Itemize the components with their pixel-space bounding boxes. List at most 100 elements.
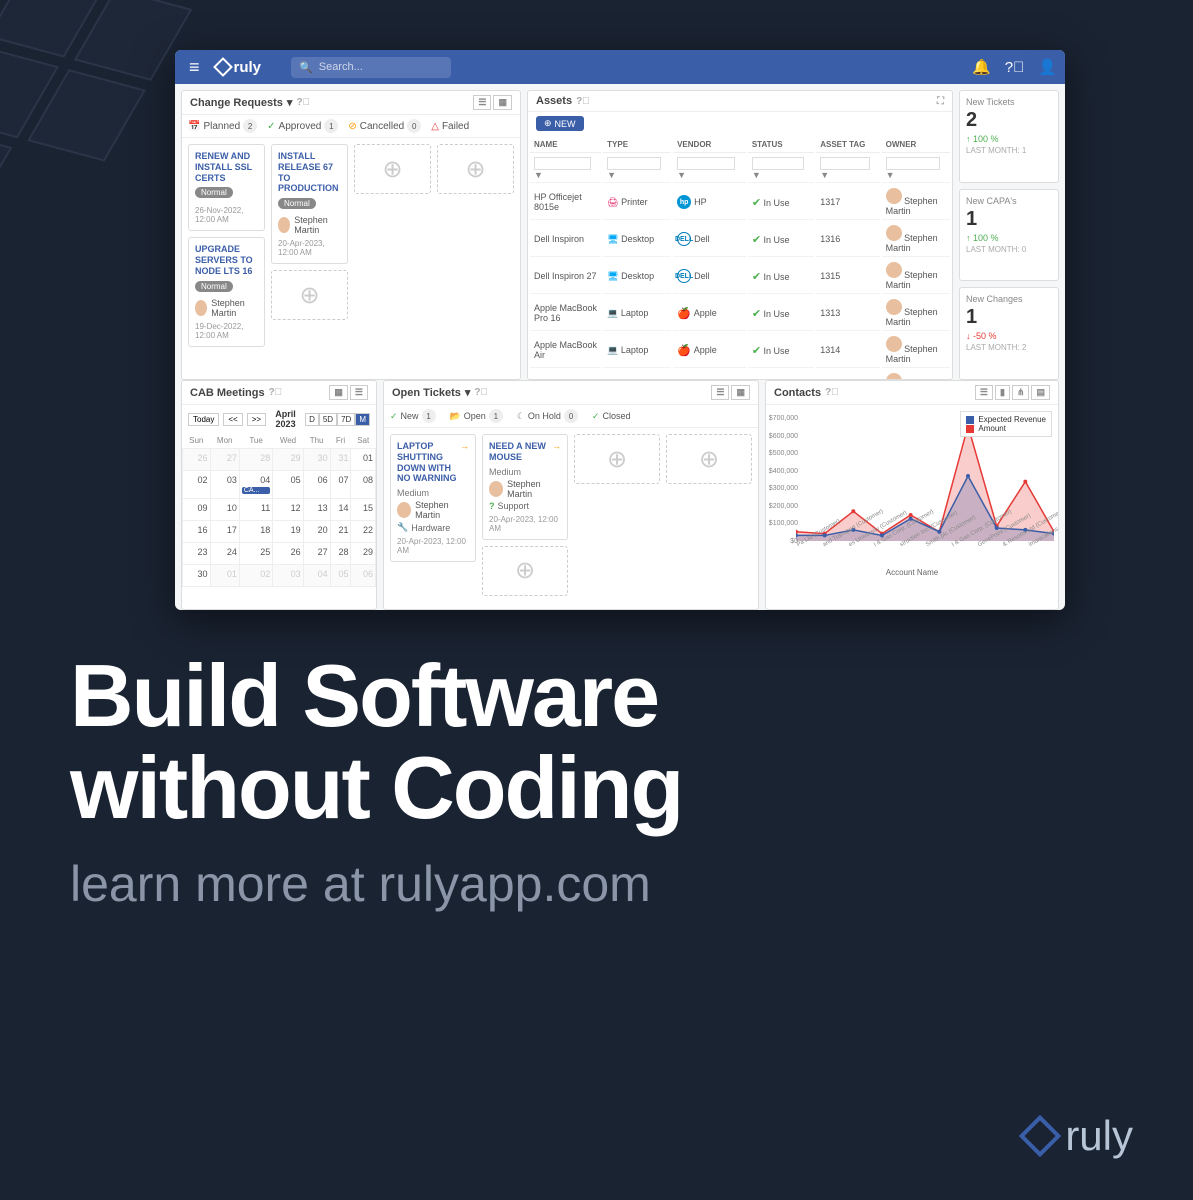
calendar-day[interactable]: 14 (330, 499, 351, 521)
view-list-icon[interactable]: ☰ (350, 385, 368, 400)
calendar-day[interactable]: 28 (239, 449, 272, 471)
menu-icon[interactable]: ≡ (183, 57, 206, 78)
calendar-day[interactable]: 13 (303, 499, 330, 521)
ticket-card[interactable]: NEED A NEW MOUSE→ Medium Stephen Martin … (482, 434, 568, 540)
column-header[interactable]: ASSET TAG (816, 137, 879, 153)
calendar-day[interactable]: 08 (351, 471, 376, 499)
calendar-day[interactable]: 30 (303, 449, 330, 471)
calendar-day[interactable]: 06 (351, 565, 376, 587)
view-list-icon[interactable]: ☰ (975, 385, 993, 400)
view-calendar-icon[interactable]: ▦ (329, 385, 348, 400)
calendar-day[interactable]: 28 (330, 543, 351, 565)
calendar-day[interactable]: 06 (303, 471, 330, 499)
user-avatar-icon[interactable]: 👤 (1038, 58, 1057, 76)
ticket-tab[interactable]: 📂 Open 1 (450, 409, 503, 423)
calendar-day[interactable]: 02 (239, 565, 272, 587)
prev-month-button[interactable]: << (223, 413, 242, 426)
cr-tab[interactable]: 📅 Planned 2 (188, 119, 257, 133)
view-list-icon[interactable]: ☰ (473, 95, 491, 110)
cr-tab[interactable]: △ Failed (431, 121, 469, 132)
help-icon[interactable]: ?⃝ (474, 387, 488, 398)
column-filter-input[interactable] (820, 157, 870, 170)
filter-icon[interactable]: ▼ (534, 170, 543, 180)
stat-card[interactable]: New Changes 1 ↓ -50 % LAST MONTH: 2 (959, 287, 1059, 380)
asset-row[interactable]: Dell Inspiron 🖥 Desktop DELL Dell ✔ In U… (530, 222, 950, 257)
calendar-day[interactable]: 19 (273, 521, 303, 543)
asset-row[interactable]: Apple MacBook Pro 16 💻 Laptop 🍎 Apple ✔ … (530, 296, 950, 331)
search-input[interactable] (319, 61, 443, 73)
new-asset-button[interactable]: ⊕ NEW (536, 116, 584, 131)
calendar-day[interactable]: 07 (330, 471, 351, 499)
help-icon[interactable]: ?⃝ (269, 387, 283, 398)
change-request-card[interactable]: RENEW AND INSTALL SSL CERTS Normal 26-No… (188, 144, 265, 231)
chevron-down-icon[interactable]: ▾ (465, 386, 471, 399)
add-ticket-button[interactable]: ⊕ (666, 434, 752, 484)
filter-icon[interactable]: ▼ (886, 170, 895, 180)
calendar-day[interactable]: 26 (183, 449, 211, 471)
help-icon[interactable]: ?⃝ (296, 97, 310, 108)
calendar-day[interactable]: 01 (351, 449, 376, 471)
column-filter-input[interactable] (534, 157, 591, 170)
calendar-day[interactable]: 12 (273, 499, 303, 521)
calendar-day[interactable]: 27 (210, 449, 239, 471)
calendar-day[interactable]: 03 (273, 565, 303, 587)
add-card-button[interactable]: ⊕ (354, 144, 431, 194)
calendar-day[interactable]: 21 (330, 521, 351, 543)
next-month-button[interactable]: >> (247, 413, 266, 426)
calendar-day[interactable]: 23 (183, 543, 211, 565)
add-ticket-button[interactable]: ⊕ (482, 546, 568, 596)
calendar-day[interactable]: 05 (273, 471, 303, 499)
column-header[interactable]: OWNER (882, 137, 950, 153)
column-filter-input[interactable] (607, 157, 661, 170)
expand-icon[interactable]: ⛶ (937, 96, 944, 107)
calendar-day[interactable]: 27 (303, 543, 330, 565)
calendar-day[interactable]: 24 (210, 543, 239, 565)
brand[interactable]: ruly (206, 59, 272, 76)
view-grid-icon[interactable]: ▦ (493, 95, 512, 110)
calendar-day[interactable]: 01 (210, 565, 239, 587)
cr-tab[interactable]: ⊘ Cancelled 0 (348, 119, 421, 133)
ticket-tab[interactable]: ✓ New 1 (390, 409, 436, 423)
calendar-day[interactable]: 10 (210, 499, 239, 521)
calendar-day[interactable]: 03 (210, 471, 239, 499)
change-request-card[interactable]: INSTALL RELEASE 67 TO PRODUCTION Normal … (271, 144, 348, 264)
range-button[interactable]: 7D (337, 413, 355, 426)
calendar-day[interactable]: 05 (330, 565, 351, 587)
asset-row[interactable]: Apple MacBook Air 💻 Laptop 🍎 Apple ✔ In … (530, 333, 950, 368)
calendar-day[interactable]: 30 (183, 565, 211, 587)
asset-row[interactable]: Dell Inspiron 27 🖥 Desktop DELL Dell ✔ I… (530, 259, 950, 294)
asset-row[interactable]: HP Officejet 8015e 🖨 Printer hp HP ✔ In … (530, 185, 950, 220)
range-button[interactable]: D (305, 413, 319, 426)
add-card-button[interactable]: ⊕ (437, 144, 514, 194)
help-icon[interactable]: ?⃝ (1005, 59, 1025, 76)
calendar-day[interactable]: 04CA... (239, 471, 272, 499)
calendar-day[interactable]: 29 (351, 543, 376, 565)
ticket-tab[interactable]: ☾ On Hold 0 (517, 409, 578, 423)
calendar-day[interactable]: 16 (183, 521, 211, 543)
calendar-day[interactable]: 17 (210, 521, 239, 543)
stat-card[interactable]: New Tickets 2 ↑ 100 % LAST MONTH: 1 (959, 90, 1059, 183)
stat-card[interactable]: New CAPA's 1 ↑ 100 % LAST MONTH: 0 (959, 189, 1059, 282)
change-request-card[interactable]: UPGRADE SERVERS TO NODE LTS 16 Normal St… (188, 237, 265, 346)
notifications-icon[interactable]: 🔔 (972, 58, 991, 76)
calendar-day[interactable]: 29 (273, 449, 303, 471)
calendar-day[interactable]: 11 (239, 499, 272, 521)
asset-row[interactable]: Dell XPS 9500 💻 Laptop DELL Dell ✔ In Us… (530, 370, 950, 380)
calendar-day[interactable]: 31 (330, 449, 351, 471)
calendar-day[interactable]: 02 (183, 471, 211, 499)
calendar-day[interactable]: 04 (303, 565, 330, 587)
filter-icon[interactable]: ▼ (677, 170, 686, 180)
view-table-icon[interactable]: ▤ (1031, 385, 1050, 400)
calendar-event[interactable]: CA... (242, 487, 270, 494)
view-list-icon[interactable]: ☰ (711, 385, 729, 400)
ticket-card[interactable]: LAPTOP SHUTTING DOWN WITH NO WARNING→ Me… (390, 434, 476, 562)
calendar-day[interactable]: 20 (303, 521, 330, 543)
column-header[interactable]: VENDOR (673, 137, 746, 153)
calendar-day[interactable]: 22 (351, 521, 376, 543)
calendar-day[interactable]: 25 (239, 543, 272, 565)
help-icon[interactable]: ?⃝ (825, 387, 839, 398)
filter-icon[interactable]: ▼ (607, 170, 616, 180)
column-filter-input[interactable] (752, 157, 805, 170)
filter-icon[interactable]: ▼ (820, 170, 829, 180)
today-button[interactable]: Today (188, 413, 219, 426)
